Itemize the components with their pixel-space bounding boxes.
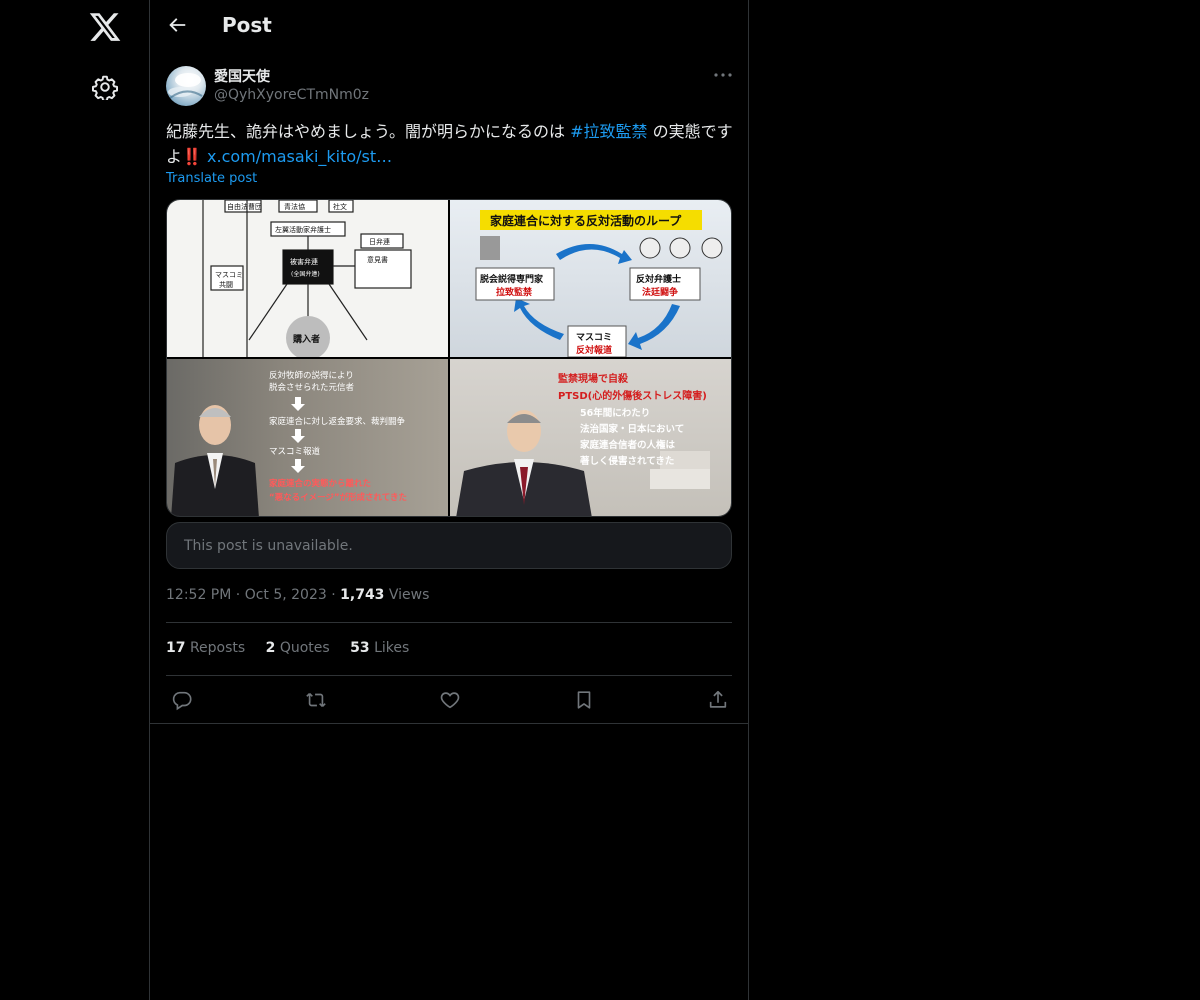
image2-box-label: 反対弁護士 xyxy=(636,273,681,285)
bookmark-icon[interactable] xyxy=(573,689,595,711)
divider xyxy=(166,622,732,623)
views-count: 1,743 xyxy=(340,587,385,603)
image3-text-line: 脱会させられた元信者 xyxy=(269,382,355,393)
quoted-post-unavailable: This post is unavailable. xyxy=(166,522,732,569)
like-icon[interactable] xyxy=(439,689,461,711)
unavailable-text: This post is unavailable. xyxy=(184,538,353,554)
gear-icon[interactable] xyxy=(92,74,118,100)
reposts-count: 17 xyxy=(166,640,186,656)
media-grid: 自由法曹団 青法協 社文 左翼活動家弁護士 日弁連 マスコミ 共闘 意見書 購入… xyxy=(166,199,732,517)
x-logo-icon[interactable] xyxy=(88,10,122,44)
media-image-1[interactable]: 自由法曹団 青法協 社文 左翼活動家弁護士 日弁連 マスコミ 共闘 意見書 購入… xyxy=(167,200,448,357)
image4-text-line: 家庭連合信者の人権は xyxy=(580,439,676,451)
engagement-stats: 17 Reposts 2 Quotes 53 Likes xyxy=(166,640,425,656)
likes-stat[interactable]: 53 Likes xyxy=(350,640,409,656)
image2-box-sublabel: 法廷闘争 xyxy=(642,286,678,298)
tweet-text-prefix: 紀藤先生、詭弁はやめましょう。闇が明らかになるのは xyxy=(166,122,571,141)
image2-box-sublabel: 拉致監禁 xyxy=(496,286,532,298)
diagram-label: 社文 xyxy=(333,202,347,211)
repost-icon[interactable] xyxy=(305,689,327,711)
left-nav-rail xyxy=(0,0,150,1000)
author-handle[interactable]: @QyhXyoreCTmNm0z xyxy=(214,87,369,103)
arrow-left-icon[interactable] xyxy=(166,14,188,36)
quotes-stat[interactable]: 2 Quotes xyxy=(266,640,330,656)
image3-text-line: 家庭連合に対し返金要求、裁判闘争 xyxy=(269,416,406,427)
post-actions-bar xyxy=(150,686,748,716)
image3-red-line: “悪なるイメージ”が形成されてきた xyxy=(269,492,407,503)
image3-text-line: マスコミ報道 xyxy=(269,446,321,457)
image2-box-sublabel: 反対報道 xyxy=(576,344,612,356)
diagram-label: 意見書 xyxy=(367,255,388,264)
quotes-label: Quotes xyxy=(279,640,330,656)
post-meta: 12:52 PM · Oct 5, 2023 · 1,743 Views xyxy=(166,587,429,603)
quotes-count: 2 xyxy=(265,640,276,656)
image2-box-label: マスコミ xyxy=(576,332,612,343)
reposts-label: Reposts xyxy=(189,640,246,656)
image4-red-line: 監禁現場で自殺 xyxy=(558,372,629,385)
hashtag-link[interactable]: #拉致監禁 xyxy=(570,122,647,141)
views-label: Views xyxy=(388,587,430,603)
media-image-2[interactable]: 家庭連合に対する反対活動のループ 脱会説得専門家 拉致監禁 反対弁護士 法廷闘争… xyxy=(450,200,731,357)
image4-text-line: 56年間にわたり xyxy=(580,407,650,419)
post-column: Post 愛国天使 @QyhXyoreCTmNm0z 紀藤先生、詭弁はやめましょ… xyxy=(149,0,749,1000)
divider xyxy=(150,723,748,724)
diagram-label: マスコミ xyxy=(215,271,243,279)
image3-red-line: 家庭連合の実態から離れた xyxy=(269,478,371,489)
divider xyxy=(166,675,732,676)
diagram-label: 自由法曹団 xyxy=(227,202,262,211)
image4-red-line: PTSD(心的外傷後ストレス障害) xyxy=(558,389,707,402)
diagram-label: 被害弁連 xyxy=(290,257,318,266)
avatar[interactable] xyxy=(166,66,206,106)
image4-text-line: 法治国家・日本において xyxy=(580,423,684,435)
page-title: Post xyxy=(222,13,272,37)
diagram-label: 左翼活動家弁護士 xyxy=(275,225,331,234)
author-display-name[interactable]: 愛国天使 xyxy=(214,66,270,86)
media-image-4[interactable]: 監禁現場で自殺 PTSD(心的外傷後ストレス障害) 56年間にわたり 法治国家・… xyxy=(450,359,731,516)
media-image-3[interactable]: 反対牧師の説得により 脱会させられた元信者 家庭連合に対し返金要求、裁判闘争 マ… xyxy=(167,359,448,516)
diagram-label: 日弁連 xyxy=(369,237,390,246)
image3-text-line: 反対牧師の説得により xyxy=(269,370,354,381)
diagram-label: 購入者 xyxy=(292,333,320,345)
image4-text-line: 著しく侵害されてきた xyxy=(580,455,674,467)
image2-box-label: 脱会説得専門家 xyxy=(480,273,544,285)
tweet-url-link[interactable]: x.com/masaki_kito/st… xyxy=(207,147,392,166)
translate-post-link[interactable]: Translate post xyxy=(166,171,257,186)
diagram-label: 共闘 xyxy=(219,280,233,289)
double-exclamation-emoji: ‼️ xyxy=(182,147,202,166)
image2-title: 家庭連合に対する反対活動のループ xyxy=(490,213,682,228)
likes-label: Likes xyxy=(374,640,410,656)
diagram-label: (全国弁連) xyxy=(291,270,320,278)
reposts-stat[interactable]: 17 Reposts xyxy=(166,640,245,656)
diagram-label: 青法協 xyxy=(284,202,305,211)
post-time[interactable]: 12:52 PM xyxy=(166,587,231,603)
post-header: Post xyxy=(150,0,748,53)
meta-separator: · xyxy=(331,587,341,603)
more-options-icon[interactable] xyxy=(712,66,734,84)
reply-icon[interactable] xyxy=(171,689,193,711)
likes-count: 53 xyxy=(350,640,370,656)
share-icon[interactable] xyxy=(707,689,729,711)
tweet-text: 紀藤先生、詭弁はやめましょう。闇が明らかになるのは #拉致監禁 の実態ですよ‼️… xyxy=(166,119,736,169)
meta-separator: · xyxy=(235,587,245,603)
post-date[interactable]: Oct 5, 2023 xyxy=(245,587,327,603)
